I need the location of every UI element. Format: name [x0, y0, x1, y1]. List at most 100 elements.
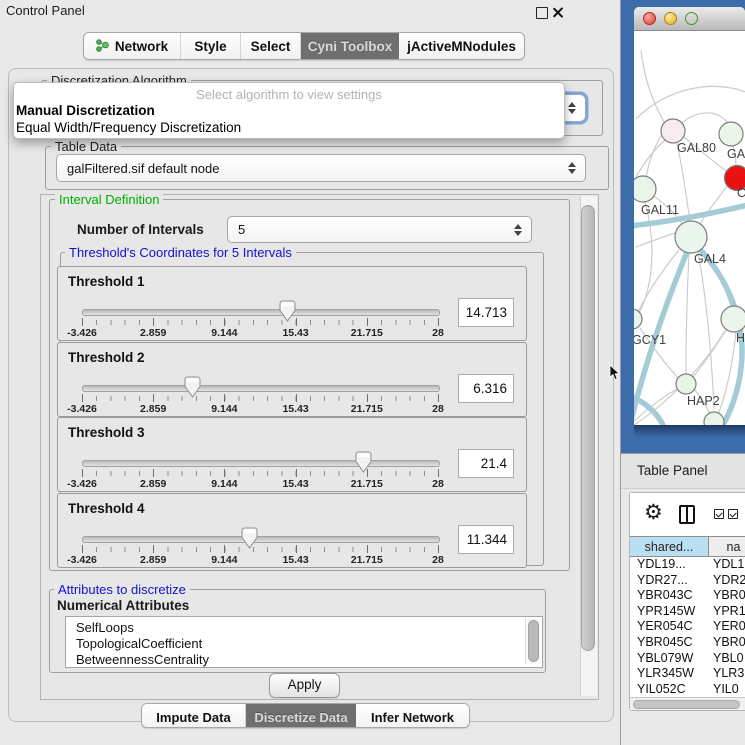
table-row[interactable]: YLR345WYLR3 — [630, 666, 745, 682]
table-cell[interactable]: YIL0 — [709, 682, 745, 697]
slider-scale-label: 9.144 — [211, 554, 237, 566]
slider-major-tick — [82, 469, 83, 477]
thresholds-groupbox: Threshold's Coordinates for 5 Intervals … — [60, 252, 544, 566]
checkbox-icon[interactable] — [714, 509, 724, 519]
table-cell[interactable]: YPR1 — [709, 604, 745, 620]
split-columns-icon[interactable] — [679, 505, 695, 524]
table-row[interactable]: YDL19...YDL1 — [630, 557, 745, 573]
tab-discretize-data[interactable]: Discretize Data — [246, 704, 356, 728]
table-cell[interactable]: YBL0 — [709, 651, 745, 667]
table-cell[interactable]: YBR0 — [709, 635, 745, 651]
slider-major-tick — [296, 394, 297, 402]
table-cell[interactable]: YIL052C — [630, 682, 709, 697]
apply-button[interactable]: Apply — [269, 673, 340, 698]
network-node[interactable] — [719, 122, 743, 146]
network-node[interactable] — [675, 221, 707, 253]
tab-style[interactable]: Style — [181, 33, 241, 59]
attribute-list-item[interactable]: BetweennessCentrality — [66, 652, 542, 668]
network-node[interactable] — [676, 374, 696, 394]
dropdown-option-equal-width-frequency[interactable]: Equal Width/Frequency Discretization — [16, 120, 556, 137]
table-data-combobox[interactable]: galFiltered.sif default node — [56, 154, 586, 182]
table-row[interactable]: YIL052CYIL0 — [630, 682, 745, 697]
threshold-title: Threshold 1 — [68, 274, 145, 289]
tab-impute-data[interactable]: Impute Data — [142, 704, 246, 728]
attributes-scrollbar-thumb[interactable] — [528, 620, 539, 662]
checkbox-icon[interactable] — [728, 509, 738, 519]
table-hscrollbar-thumb[interactable] — [633, 700, 740, 709]
table-row[interactable]: YBR043CYBR0 — [630, 588, 745, 604]
tab-network[interactable]: Network — [84, 33, 181, 59]
slider-major-tick — [153, 394, 154, 402]
network-node[interactable] — [721, 306, 745, 332]
threshold-slider-track[interactable] — [82, 385, 440, 392]
numerical-attributes-list[interactable]: SelfLoopsTopologicalCoefficientBetweenne… — [65, 616, 543, 668]
table-row[interactable]: YBL079WYBL0 — [630, 651, 745, 667]
gear-icon[interactable]: ⚙ — [644, 501, 663, 525]
slider-minor-ticks — [82, 547, 439, 552]
close-icon[interactable] — [552, 6, 564, 18]
threshold-slider-track[interactable] — [82, 460, 440, 467]
table-data-group-title: Table Data — [51, 140, 121, 153]
table-row[interactable]: YBR045CYBR0 — [630, 635, 745, 651]
tab-cyni-toolbox[interactable]: Cyni Toolbox — [301, 33, 399, 59]
table-hscrollbar[interactable] — [630, 697, 745, 710]
table-cell[interactable]: YLR3 — [709, 666, 745, 682]
table-header-row: shared... na — [630, 536, 745, 557]
table-row[interactable]: YER054CYER0 — [630, 619, 745, 635]
table-cell[interactable]: YDL1 — [709, 557, 745, 573]
threshold-value-field[interactable]: 6.316 — [458, 374, 514, 403]
network-node[interactable] — [704, 412, 724, 425]
attribute-list-item[interactable]: SelfLoops — [66, 620, 542, 636]
attribute-list-item[interactable]: TopologicalCoefficient — [66, 636, 542, 652]
table-cell[interactable]: YLR345W — [630, 666, 709, 682]
main-scrollbar-thumb[interactable] — [581, 205, 595, 651]
table-row[interactable]: YDR27...YDR2 — [630, 573, 745, 589]
threshold-value-field[interactable]: 14.713 — [458, 298, 514, 327]
slider-major-tick — [224, 394, 225, 402]
network-node[interactable] — [661, 119, 685, 143]
dropdown-option-manual-discretization[interactable]: Manual Discretization — [16, 103, 556, 120]
table-panel-container: ⚙ shared... na YDL19...YDL1YDR27...YDR2Y… — [629, 492, 745, 711]
table-cell[interactable]: YDL19... — [630, 557, 709, 573]
table-cell[interactable]: YBR045C — [630, 635, 709, 651]
threshold-slider-track[interactable] — [82, 536, 440, 543]
table-cell[interactable]: YDR2 — [709, 573, 745, 589]
slider-major-tick — [438, 318, 439, 326]
network-node[interactable] — [634, 309, 642, 329]
mac-zoom-icon[interactable] — [685, 12, 698, 25]
table-cell[interactable]: YBR0 — [709, 588, 745, 604]
slider-scale-label: 28 — [432, 478, 444, 490]
table-cell[interactable]: YDR27... — [630, 573, 709, 589]
table-cell[interactable]: YPR145W — [630, 604, 709, 620]
network-node-label: H — [736, 331, 745, 345]
table-row[interactable]: YPR145WYPR1 — [630, 604, 745, 620]
num-intervals-combobox[interactable]: 5 — [227, 216, 532, 243]
threshold-slider-thumb[interactable] — [279, 300, 296, 322]
threshold-value-field[interactable]: 21.4 — [458, 449, 514, 478]
tab-jactivemnodules[interactable]: jActiveMNodules — [399, 33, 524, 59]
table-cell[interactable]: YER054C — [630, 619, 709, 635]
threshold-slider-thumb[interactable] — [184, 376, 201, 398]
slider-scale-label: 15.43 — [282, 327, 308, 339]
network-canvas[interactable]: GAL80GACGAL11GAL4GCY1HHAP2 — [634, 31, 745, 425]
mac-minimize-icon[interactable] — [664, 12, 677, 25]
threshold-value-field[interactable]: 11.344 — [458, 525, 514, 554]
control-panel-window: Control Panel Network Style Select Cy — [0, 0, 621, 745]
table-cell[interactable]: YBR043C — [630, 588, 709, 604]
tab-select[interactable]: Select — [241, 33, 301, 59]
table-cell[interactable]: YBL079W — [630, 651, 709, 667]
column-header-name[interactable]: na — [709, 537, 745, 556]
table-cell[interactable]: YER0 — [709, 619, 745, 635]
table-rows: YDL19...YDL1YDR27...YDR2YBR043CYBR0YPR14… — [630, 557, 745, 697]
float-window-icon[interactable] — [536, 7, 548, 19]
threshold-slider-thumb[interactable] — [241, 527, 258, 549]
mac-close-icon[interactable] — [643, 12, 656, 25]
network-node[interactable] — [634, 176, 656, 202]
slider-major-tick — [367, 469, 368, 477]
threshold-slider-track[interactable] — [82, 309, 440, 316]
tab-infer-network[interactable]: Infer Network — [356, 704, 469, 728]
column-header-shared[interactable]: shared... — [630, 537, 709, 556]
threshold-slider-thumb[interactable] — [355, 451, 372, 473]
network-window-titlebar[interactable] — [634, 7, 745, 31]
attributes-scrollbar[interactable] — [525, 618, 541, 664]
